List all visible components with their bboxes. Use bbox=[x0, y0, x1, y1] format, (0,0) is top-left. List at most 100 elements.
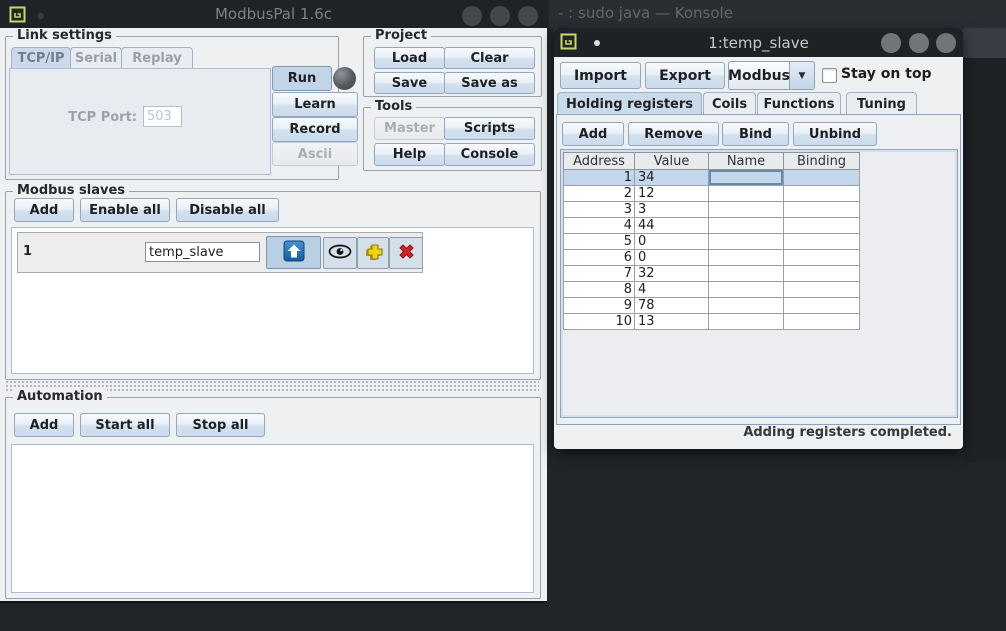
table-cell[interactable] bbox=[784, 298, 860, 314]
table-cell[interactable] bbox=[709, 298, 784, 314]
register-remove-button[interactable]: Remove bbox=[628, 122, 719, 146]
help-button[interactable]: Help bbox=[374, 143, 445, 166]
register-unbind-button[interactable]: Unbind bbox=[793, 122, 877, 146]
modbuspal-titlebar[interactable]: ModbusPal 1.6c bbox=[0, 0, 547, 28]
minimize-button[interactable] bbox=[881, 33, 901, 53]
table-row[interactable]: 50 bbox=[563, 234, 860, 250]
table-cell[interactable]: 2 bbox=[563, 186, 635, 202]
slave-add-button[interactable]: Add bbox=[14, 198, 74, 222]
table-cell[interactable]: 3 bbox=[563, 202, 635, 218]
tab-coils[interactable]: Coils bbox=[703, 92, 756, 115]
tab-holding-registers[interactable]: Holding registers bbox=[557, 92, 702, 115]
table-row[interactable]: 60 bbox=[563, 250, 860, 266]
table-cell[interactable] bbox=[784, 266, 860, 282]
table-row[interactable]: 444 bbox=[563, 218, 860, 234]
dropdown-arrow-button[interactable]: ▼ bbox=[790, 62, 814, 89]
tab-functions[interactable]: Functions bbox=[757, 92, 841, 115]
table-cell[interactable] bbox=[784, 234, 860, 250]
scripts-button[interactable]: Scripts bbox=[444, 117, 535, 140]
disable-all-button[interactable]: Disable all bbox=[176, 198, 279, 222]
table-cell[interactable] bbox=[784, 170, 860, 186]
table-cell[interactable]: 12 bbox=[635, 186, 709, 202]
table-cell[interactable]: 9 bbox=[563, 298, 635, 314]
table-cell[interactable] bbox=[709, 314, 784, 330]
console-button[interactable]: Console bbox=[444, 143, 535, 166]
tab-tcpip[interactable]: TCP/IP bbox=[11, 47, 71, 69]
table-cell[interactable]: 3 bbox=[635, 202, 709, 218]
stay-on-top-checkbox[interactable] bbox=[822, 68, 837, 83]
stop-all-button[interactable]: Stop all bbox=[176, 413, 265, 437]
table-row[interactable]: 978 bbox=[563, 298, 860, 314]
table-row[interactable]: 212 bbox=[563, 186, 860, 202]
register-table-scrollpane[interactable]: Address Value Name Binding 1342123344450… bbox=[560, 149, 958, 418]
table-cell[interactable] bbox=[709, 266, 784, 282]
close-button[interactable] bbox=[518, 6, 538, 26]
load-button[interactable]: Load bbox=[374, 47, 445, 69]
table-cell[interactable] bbox=[709, 250, 784, 266]
table-cell[interactable]: 5 bbox=[563, 234, 635, 250]
table-cell[interactable]: 6 bbox=[563, 250, 635, 266]
tab-tuning[interactable]: Tuning bbox=[846, 92, 917, 115]
table-row[interactable]: 1013 bbox=[563, 314, 860, 330]
table-cell[interactable] bbox=[784, 250, 860, 266]
table-cell[interactable]: 0 bbox=[635, 234, 709, 250]
table-cell[interactable] bbox=[784, 186, 860, 202]
start-all-button[interactable]: Start all bbox=[80, 413, 170, 437]
save-button[interactable]: Save bbox=[374, 72, 445, 94]
table-cell[interactable]: 1 bbox=[563, 170, 635, 186]
table-cell[interactable]: 0 bbox=[635, 250, 709, 266]
table-cell[interactable] bbox=[709, 234, 784, 250]
chevron-down-icon: ▼ bbox=[799, 71, 806, 81]
learn-button[interactable]: Learn bbox=[272, 92, 358, 117]
maximize-button[interactable] bbox=[490, 6, 510, 26]
run-button[interactable]: Run bbox=[272, 66, 332, 91]
table-cell[interactable] bbox=[709, 218, 784, 234]
table-row[interactable]: 84 bbox=[563, 282, 860, 298]
register-bind-button[interactable]: Bind bbox=[722, 122, 789, 146]
table-cell[interactable] bbox=[784, 282, 860, 298]
clear-button[interactable]: Clear bbox=[444, 47, 535, 69]
table-cell[interactable] bbox=[784, 314, 860, 330]
temp-slave-titlebar[interactable]: 1:temp_slave bbox=[554, 28, 963, 57]
table-cell[interactable]: 8 bbox=[563, 282, 635, 298]
table-cell[interactable] bbox=[709, 170, 784, 186]
table-cell[interactable]: 44 bbox=[635, 218, 709, 234]
slave-watch-button[interactable] bbox=[323, 237, 357, 269]
table-cell[interactable]: 4 bbox=[563, 218, 635, 234]
table-cell[interactable] bbox=[784, 218, 860, 234]
close-button[interactable] bbox=[936, 33, 956, 53]
table-cell[interactable] bbox=[709, 202, 784, 218]
table-cell[interactable]: 34 bbox=[635, 170, 709, 186]
slave-delete-button[interactable] bbox=[389, 237, 423, 269]
table-cell[interactable] bbox=[709, 186, 784, 202]
automation-add-button[interactable]: Add bbox=[14, 413, 74, 437]
table-cell[interactable]: 32 bbox=[635, 266, 709, 282]
tcp-port-field[interactable] bbox=[143, 106, 182, 127]
table-row[interactable]: 134 bbox=[563, 170, 860, 186]
table-row[interactable]: 33 bbox=[563, 202, 860, 218]
table-cell[interactable]: 4 bbox=[635, 282, 709, 298]
modbus-dropdown[interactable]: Modbus ▼ bbox=[728, 61, 815, 90]
slave-duplicate-button[interactable] bbox=[357, 237, 389, 269]
tab-replay[interactable]: Replay bbox=[121, 47, 193, 69]
register-add-button[interactable]: Add bbox=[562, 122, 624, 146]
table-cell[interactable]: 13 bbox=[635, 314, 709, 330]
enable-all-button[interactable]: Enable all bbox=[80, 198, 170, 222]
export-button[interactable]: Export bbox=[645, 62, 725, 89]
record-button[interactable]: Record bbox=[272, 117, 358, 142]
save-as-button[interactable]: Save as bbox=[444, 72, 535, 94]
table-cell[interactable]: 7 bbox=[563, 266, 635, 282]
slave-name-field[interactable] bbox=[145, 242, 260, 262]
table-cell[interactable]: 78 bbox=[635, 298, 709, 314]
add-plus-icon bbox=[363, 241, 384, 266]
import-button[interactable]: Import bbox=[560, 62, 641, 89]
slave-enabled-toggle[interactable] bbox=[266, 236, 321, 269]
table-row[interactable]: 732 bbox=[563, 266, 860, 282]
table-cell[interactable] bbox=[709, 282, 784, 298]
table-cell[interactable] bbox=[784, 202, 860, 218]
tab-serial[interactable]: Serial bbox=[70, 47, 122, 69]
maximize-button[interactable] bbox=[909, 33, 929, 53]
minimize-button[interactable] bbox=[462, 6, 482, 26]
stay-on-top-label[interactable]: Stay on top bbox=[841, 66, 932, 82]
table-cell[interactable]: 10 bbox=[563, 314, 635, 330]
